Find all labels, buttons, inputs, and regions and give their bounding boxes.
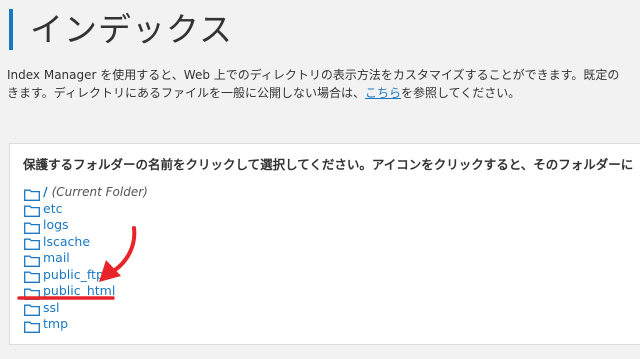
description-line-1: Index Manager を使用すると、Web 上でのディレクトリの表示方法を…: [7, 68, 620, 82]
folder-item-etc[interactable]: etc: [24, 201, 148, 218]
folder-name-root[interactable]: /: [43, 184, 48, 200]
title-accent-bar: [9, 9, 13, 50]
folder-item-ssl[interactable]: ssl: [24, 300, 148, 317]
current-folder-note: (Current Folder): [51, 185, 148, 200]
folder-icon[interactable]: [24, 186, 40, 201]
folder-item-mail[interactable]: mail: [24, 250, 148, 267]
page-header: インデックス: [0, 0, 640, 58]
folder-item-tmp[interactable]: tmp: [24, 316, 148, 333]
folder-name-logs[interactable]: logs: [43, 217, 69, 233]
folder-item-root[interactable]: / (Current Folder): [24, 184, 148, 201]
page-title: インデックス: [30, 10, 234, 49]
folder-icon[interactable]: [24, 219, 40, 234]
description-text-after-link: を参照してください。: [400, 86, 521, 100]
folder-name-tmp[interactable]: tmp: [43, 316, 68, 332]
folder-icon[interactable]: [24, 202, 40, 218]
folder-item-lscache[interactable]: lscache: [24, 234, 148, 251]
folder-name-lscache[interactable]: lscache: [43, 234, 90, 250]
page-description: Index Manager を使用すると、Web 上でのディレクトリの表示方法を…: [7, 66, 640, 102]
folder-item-logs[interactable]: logs: [24, 217, 148, 234]
folder-selection-panel: 保護するフォルダーの名前をクリックして選択してください。アイコンをクリックすると…: [9, 143, 640, 345]
here-link[interactable]: こちら: [365, 86, 401, 100]
panel-instruction: 保護するフォルダーの名前をクリックして選択してください。アイコンをクリックすると…: [23, 157, 634, 172]
folder-icon[interactable]: [24, 252, 40, 267]
folder-name-etc[interactable]: etc: [43, 201, 62, 217]
folder-icon[interactable]: [24, 285, 40, 300]
folder-name-ssl[interactable]: ssl: [43, 300, 60, 316]
folder-icon[interactable]: [24, 268, 40, 284]
folder-list: / (Current Folder) etc logs lscache mail…: [24, 184, 148, 333]
folder-item-public-html[interactable]: public_html: [24, 283, 148, 300]
folder-icon[interactable]: [24, 235, 40, 251]
folder-name-mail[interactable]: mail: [43, 250, 70, 266]
folder-icon[interactable]: [24, 301, 40, 317]
folder-icon[interactable]: [24, 318, 40, 333]
folder-item-public-ftp[interactable]: public_ftp: [24, 267, 148, 284]
description-line-2: きます。ディレクトリにあるファイルを一般に公開しない場合は、こちらを参照してくだ…: [7, 84, 640, 102]
folder-name-public-html[interactable]: public_html: [43, 283, 115, 299]
description-text-before-link: きます。ディレクトリにあるファイルを一般に公開しない場合は、: [7, 86, 365, 100]
folder-name-public-ftp[interactable]: public_ftp: [43, 267, 104, 283]
